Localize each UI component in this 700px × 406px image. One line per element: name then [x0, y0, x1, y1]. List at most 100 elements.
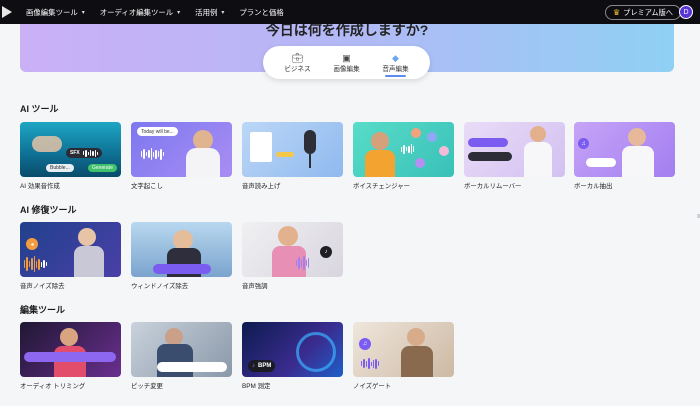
avatar-bubble-icon	[411, 128, 421, 138]
nav-menu: 画像編集ツール ▾ オーディオ編集ツール ▾ 活用例 ▾ プランと価格	[26, 7, 299, 18]
section-title-ai-repair-tools: AI 修復ツール	[20, 205, 77, 215]
thumbnail-text-to-speech	[242, 122, 343, 177]
chevron-down-icon: ▾	[221, 9, 225, 16]
tab-business[interactable]: 💼︎ ビジネス	[284, 53, 310, 73]
tool-card-label: ウィンドノイズ除去	[131, 283, 189, 290]
waveform-icon: ♪	[252, 363, 255, 369]
music-track-pill	[468, 152, 512, 161]
thumbnail-voice-changer	[353, 122, 454, 177]
tool-card-label: AI 効果音作成	[20, 183, 60, 190]
tool-card-label: 文字起こし	[131, 183, 163, 190]
nav-item-use-cases[interactable]: 活用例 ▾	[195, 7, 224, 18]
sfx-pill: SFX	[66, 148, 103, 158]
tool-card-label: ピッチ変更	[131, 383, 163, 390]
tool-card-label: 音声ノイズ除去	[20, 283, 65, 290]
tool-card-label: オーディオ トリミング	[20, 383, 86, 390]
section-title-edit-tools: 編集ツール	[20, 305, 66, 315]
tool-card-wind-noise-removal[interactable]: ウィンドノイズ除去	[131, 222, 232, 290]
person-body	[401, 346, 433, 377]
tool-card-label: BPM 測定	[242, 383, 271, 390]
tool-card-vocal-extract[interactable]: ♫ ボーカル抽出	[574, 122, 675, 190]
thumbnail-vocal-extract: ♫	[574, 122, 675, 177]
nav-item-label: 画像編集ツール	[26, 7, 78, 17]
nav-item-audio-tools[interactable]: オーディオ編集ツール ▾	[100, 7, 180, 18]
waveform-icon	[401, 144, 415, 154]
thumbnail-noise-gate: ♫	[353, 322, 454, 377]
person-head	[628, 128, 646, 146]
waveform-icon	[296, 256, 310, 270]
tool-card-noise-reduction[interactable]: ◂ 音声ノイズ除去	[20, 222, 121, 290]
person-head	[278, 226, 298, 246]
top-navbar: 画像編集ツール ▾ オーディオ編集ツール ▾ 活用例 ▾ プランと価格 ♛ プレ…	[0, 0, 700, 24]
tool-card-label: ボイスチェンジャー	[353, 183, 411, 190]
avatar-bubble-icon	[439, 146, 449, 156]
music-note-icon: ♫	[359, 338, 371, 350]
tool-card-bpm[interactable]: ♪ BPM BPM 測定	[242, 322, 343, 390]
waveform-icon	[141, 148, 164, 160]
thumbnail-transcription: Today will be...	[131, 122, 232, 177]
tool-card-pitch-change[interactable]: ピッチ変更	[131, 322, 232, 390]
premium-button[interactable]: ♛ プレミアム版へ	[605, 5, 681, 20]
premium-label: プレミアム版へ	[623, 7, 673, 17]
person-head	[407, 328, 425, 346]
person-body	[524, 142, 552, 177]
waveform-icon	[82, 149, 99, 157]
person-body	[74, 246, 104, 277]
nav-item-label: オーディオ編集ツール	[99, 7, 174, 17]
avatar[interactable]: D	[679, 5, 693, 19]
category-tabs: 💼︎ ビジネス ▣ 画像編集 ◆ 音声編集	[263, 46, 430, 79]
tool-card-vocal-remover[interactable]: ボーカルリムーバー	[464, 122, 565, 190]
tool-card-transcription[interactable]: Today will be... 文字起こし	[131, 122, 232, 190]
turntable-shape	[296, 332, 336, 372]
nav-item-pricing[interactable]: プランと価格	[239, 7, 283, 18]
generate-pill: Generate	[88, 164, 117, 172]
tool-card-voice-changer[interactable]: ボイスチェンジャー	[353, 122, 454, 190]
avatar-bubble-icon	[415, 158, 425, 168]
music-note-icon: ♫	[578, 138, 589, 149]
arrow-icon	[276, 152, 294, 157]
tab-image-edit[interactable]: ▣ 画像編集	[333, 53, 359, 73]
thumbnail-pitch-change	[131, 322, 232, 377]
thumbnail-vocal-remover	[464, 122, 565, 177]
swimmer-image	[32, 136, 62, 152]
transcript-pill: Today will be...	[137, 127, 178, 136]
tool-card-voice-enhance[interactable]: ♪ 音声強調	[242, 222, 343, 290]
person-body	[157, 344, 193, 377]
person-body	[186, 148, 220, 177]
tool-card-audio-trim[interactable]: オーディオ トリミング	[20, 322, 121, 390]
avatar-bubble-icon	[427, 132, 437, 142]
tab-label: 画像編集	[333, 65, 360, 73]
thumbnail-ai-sfx: SFX Bubble... Generate	[20, 122, 121, 177]
tool-card-ai-sfx[interactable]: SFX Bubble... Generate AI 効果音作成	[20, 122, 121, 190]
tool-card-label: ノイズゲート	[353, 383, 392, 390]
nav-item-image-tools[interactable]: 画像編集ツール ▾	[26, 7, 85, 18]
pitch-control-pill	[157, 362, 227, 372]
image-icon: ▣	[342, 52, 351, 63]
waveform-pill	[153, 264, 211, 274]
vocal-track-pill	[586, 158, 616, 167]
logo-icon[interactable]	[2, 6, 12, 18]
person-body	[622, 146, 654, 177]
vocal-track-pill	[468, 138, 508, 147]
thumbnail-voice-enhance: ♪	[242, 222, 343, 277]
prompt-pill: Bubble...	[46, 164, 74, 172]
tab-audio-edit[interactable]: ◆ 音声編集	[382, 52, 409, 77]
audio-diamond-icon: ◆	[392, 52, 399, 63]
bpm-text: BPM	[258, 363, 272, 369]
nav-item-label: プランと価格	[239, 7, 284, 17]
bpm-pill: ♪ BPM	[248, 360, 276, 372]
mic-stand	[309, 154, 311, 168]
person-head	[78, 228, 96, 246]
nav-item-label: 活用例	[195, 7, 218, 17]
tool-card-text-to-speech[interactable]: 音声読み上げ	[242, 122, 343, 190]
trim-track-pill	[24, 352, 116, 362]
person-head	[193, 130, 213, 150]
tool-card-noise-gate[interactable]: ♫ ノイズゲート	[353, 322, 454, 390]
thumbnail-wind-noise-removal	[131, 222, 232, 277]
tool-card-label: 音声強調	[242, 283, 268, 290]
waveform-icon	[24, 256, 47, 272]
document-icon	[250, 132, 272, 162]
microphone-icon	[304, 130, 316, 154]
person-body	[365, 150, 395, 177]
thumbnail-audio-trim	[20, 322, 121, 377]
